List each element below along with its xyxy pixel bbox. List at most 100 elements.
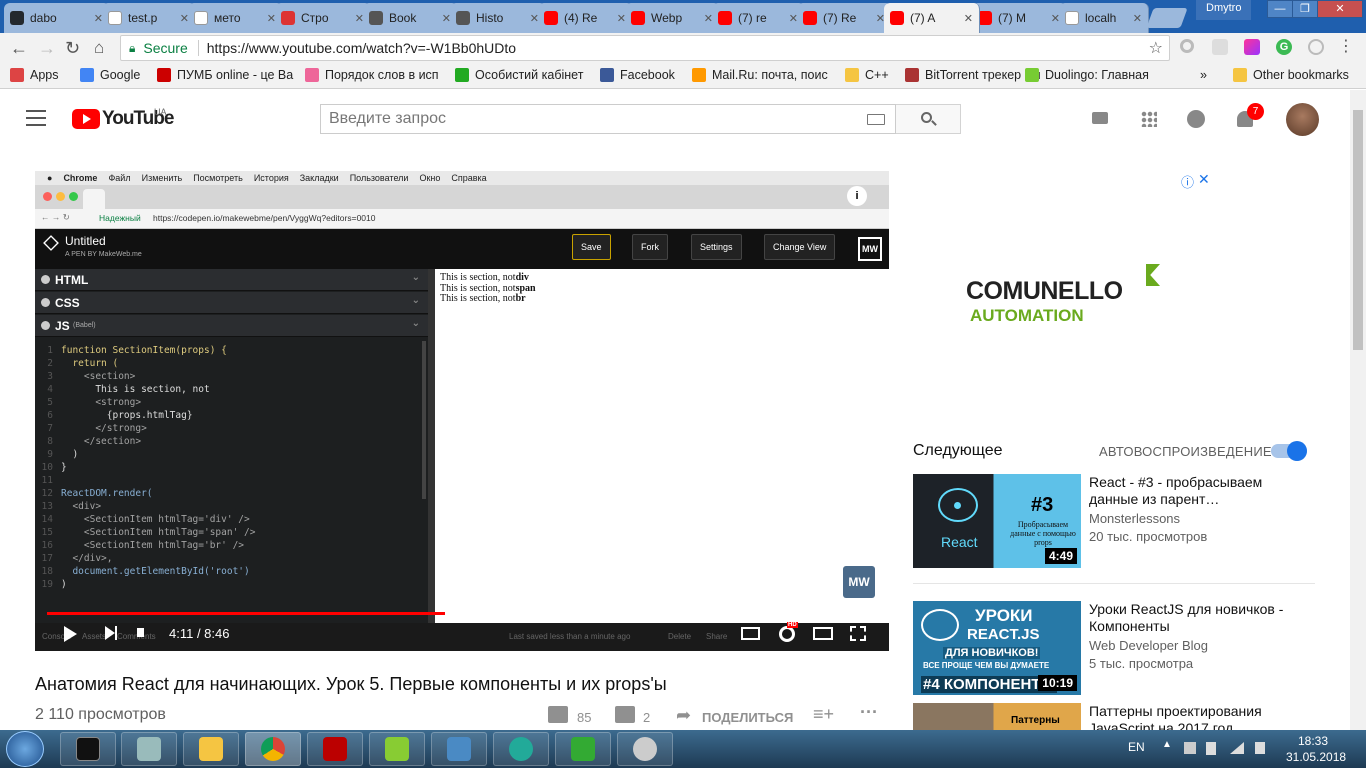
browser-tab[interactable]: (7) M ✕ xyxy=(972,3,1067,33)
search-input[interactable]: Введите запрос xyxy=(320,104,896,134)
recommendation-title[interactable]: React - #3 - пробрасываем данные из паре… xyxy=(1089,474,1309,508)
battery-icon[interactable] xyxy=(1206,742,1216,755)
maximize-button[interactable]: ❐ xyxy=(1292,0,1318,18)
share-icon[interactable]: ➦ xyxy=(676,705,691,726)
recommendation-title[interactable]: Уроки ReactJS для новичков - Компоненты xyxy=(1089,601,1309,635)
recommendation-channel[interactable]: Web Developer Blog xyxy=(1089,638,1208,653)
video-progress-bar[interactable] xyxy=(47,612,877,615)
video-player[interactable]: ● Chrome Файл Изменить Посмотреть История Зак… xyxy=(35,171,889,651)
profile-button[interactable]: Dmytro xyxy=(1196,0,1252,20)
advertisement[interactable]: ⓘ ✕ COMUNELLO AUTOMATION xyxy=(913,171,1215,421)
extension-icon[interactable] xyxy=(1308,39,1324,55)
taskbar-notepadpp[interactable] xyxy=(369,732,425,766)
add-to-playlist-icon[interactable]: ≡+ xyxy=(813,704,834,725)
autoplay-toggle[interactable] xyxy=(1271,441,1307,461)
browser-tab[interactable]: Histo ✕ xyxy=(450,3,546,33)
browser-tab[interactable]: мето ✕ xyxy=(188,3,283,33)
bookmark-item[interactable]: Google xyxy=(80,68,140,82)
show-hidden-icons[interactable]: ▲ xyxy=(1162,739,1172,750)
taskbar-calculator[interactable] xyxy=(121,732,177,766)
reload-icon[interactable]: ↻ xyxy=(65,38,80,58)
taskbar-atom[interactable] xyxy=(493,732,549,766)
extension-icon[interactable] xyxy=(1180,39,1194,53)
taskbar-explorer[interactable] xyxy=(183,732,239,766)
home-icon[interactable]: ⌂ xyxy=(94,38,104,58)
info-icon[interactable]: i xyxy=(847,186,867,206)
recommendation-thumbnail[interactable]: Паттерны xyxy=(913,703,1081,730)
clock-time[interactable]: 18:33 xyxy=(1298,734,1328,748)
close-tab-icon[interactable]: ✕ xyxy=(964,12,973,25)
network-icon[interactable] xyxy=(1184,742,1196,754)
youtube-logo-icon[interactable] xyxy=(72,109,100,129)
bookmark-item[interactable]: BitTorrent трекер Ru xyxy=(905,68,1041,82)
back-icon[interactable]: ← xyxy=(10,38,28,58)
grammarly-icon[interactable]: G xyxy=(1276,39,1292,55)
recommendation-thumbnail[interactable]: React #3 Пробрасываем данные с помощью p… xyxy=(913,474,1081,568)
share-button[interactable]: ПОДЕЛИТЬСЯ xyxy=(702,710,793,725)
theater-mode-icon[interactable] xyxy=(813,627,833,640)
bookmark-item[interactable]: Порядок слов в исп xyxy=(305,68,439,82)
keyboard-icon[interactable] xyxy=(867,114,885,125)
browser-tab[interactable]: (4) Re ✕ xyxy=(538,3,633,33)
volume-icon[interactable] xyxy=(137,628,144,637)
browser-tab[interactable]: test.p ✕ xyxy=(102,3,196,33)
taskbar-task-manager[interactable] xyxy=(555,732,611,766)
fullscreen-icon[interactable] xyxy=(850,626,866,641)
create-video-icon[interactable] xyxy=(1092,112,1108,124)
recommendation-channel[interactable]: Monsterlessons xyxy=(1089,511,1180,526)
recommendation-item[interactable]: React #3 Пробрасываем данные с помощью p… xyxy=(913,474,1313,568)
browser-tab[interactable]: Webp ✕ xyxy=(625,3,720,33)
clock-date[interactable]: 31.05.2018 xyxy=(1286,750,1346,764)
menu-kebab-icon[interactable]: ⋮ xyxy=(1338,37,1354,57)
next-icon[interactable] xyxy=(105,626,115,640)
recommendation-item[interactable]: УРОКИ REACT.JS ДЛЯ НОВИЧКОВ! ВСЕ ПРОЩЕ Ч… xyxy=(913,601,1313,695)
browser-tab[interactable]: (7) re ✕ xyxy=(712,3,805,33)
taskbar-cmd[interactable] xyxy=(60,732,116,766)
volume-tray-icon[interactable] xyxy=(1255,742,1265,754)
messages-icon[interactable] xyxy=(1187,110,1205,128)
taskbar-paint[interactable] xyxy=(617,732,673,766)
recommendation-title[interactable]: Паттерны проектирования JavaScript на 20… xyxy=(1089,703,1309,730)
new-tab-button[interactable] xyxy=(1146,8,1188,28)
signal-icon[interactable] xyxy=(1230,742,1244,754)
search-button[interactable] xyxy=(896,104,961,134)
bookmark-item[interactable]: Mail.Ru: почта, поис xyxy=(692,68,828,82)
hamburger-menu-icon[interactable] xyxy=(26,110,46,126)
bookmark-item[interactable]: ПУМБ online - це Ва xyxy=(157,68,293,82)
address-bar[interactable]: 🔒︎ Secure https://www.youtube.com/watch?… xyxy=(120,35,1170,61)
language-indicator[interactable]: EN xyxy=(1128,740,1145,754)
browser-tab[interactable]: (7) Re ✕ xyxy=(797,3,892,33)
subtitles-icon[interactable] xyxy=(741,627,760,640)
more-actions-icon[interactable]: ··· xyxy=(860,702,878,723)
ad-close-icon[interactable]: ✕ xyxy=(1198,171,1210,188)
bookmark-item[interactable]: Особистий кабінет xyxy=(455,68,583,82)
taskbar-filezilla[interactable] xyxy=(307,732,363,766)
page-scrollbar[interactable] xyxy=(1350,90,1366,730)
recommendation-thumbnail[interactable]: УРОКИ REACT.JS ДЛЯ НОВИЧКОВ! ВСЕ ПРОЩЕ Ч… xyxy=(913,601,1081,695)
avatar[interactable] xyxy=(1286,103,1319,136)
bookmark-item[interactable]: Other bookmarks xyxy=(1233,68,1349,82)
bookmark-item[interactable]: Duolingo: Главная xyxy=(1025,68,1149,82)
recommendation-item[interactable]: Паттерны Паттерны проектирования JavaScr… xyxy=(913,703,1313,730)
browser-tab[interactable]: Стро ✕ xyxy=(275,3,371,33)
like-icon[interactable] xyxy=(548,706,568,723)
browser-tab[interactable]: dabo ✕ xyxy=(4,3,110,33)
browser-tab[interactable]: Book ✕ xyxy=(363,3,458,33)
taskbar-photos[interactable] xyxy=(431,732,487,766)
browser-tab[interactable]: localh ✕ xyxy=(1059,3,1149,33)
bookmark-item[interactable]: Apps xyxy=(10,68,59,82)
play-icon[interactable] xyxy=(64,626,77,642)
extension-icon[interactable] xyxy=(1212,39,1228,55)
ad-info-icon[interactable]: ⓘ xyxy=(1181,172,1194,191)
bookmark-item[interactable]: » xyxy=(1200,68,1207,82)
bookmark-star-icon[interactable]: ☆ xyxy=(1149,38,1163,58)
taskbar-chrome[interactable] xyxy=(245,732,301,766)
apps-grid-icon[interactable] xyxy=(1141,111,1157,127)
browser-tab[interactable]: (7) A ✕ xyxy=(884,3,980,33)
settings-gear-icon[interactable] xyxy=(779,626,795,642)
bookmark-item[interactable]: Facebook xyxy=(600,68,675,82)
forward-icon[interactable]: → xyxy=(38,38,56,58)
start-button[interactable] xyxy=(6,731,44,767)
close-window-button[interactable]: ✕ xyxy=(1317,0,1363,18)
scrollbar-thumb[interactable] xyxy=(1353,110,1363,350)
